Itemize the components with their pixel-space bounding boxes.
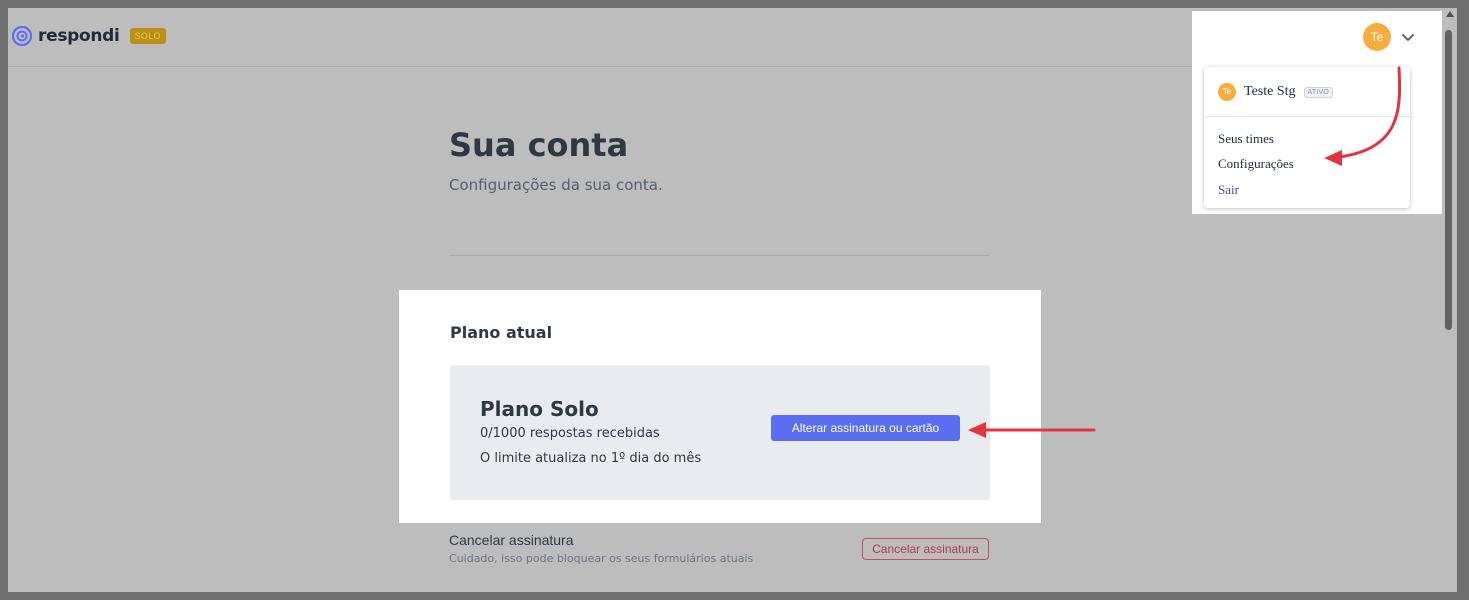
plan-name: Plano Solo bbox=[480, 397, 599, 421]
user-avatar[interactable]: Te bbox=[1363, 23, 1391, 51]
brand-name: respondi bbox=[38, 26, 120, 46]
vertical-scrollbar[interactable] bbox=[1442, 8, 1457, 592]
menu-item-sair[interactable]: Sair bbox=[1218, 182, 1239, 198]
user-menu-area: Te Te Teste Stg ATIVO Seus times Configu… bbox=[1192, 11, 1452, 214]
cancel-subscription-title: Cancelar assinatura bbox=[449, 532, 574, 548]
user-dropdown-menu: Te Teste Stg ATIVO Seus times Configuraç… bbox=[1204, 67, 1410, 208]
menu-item-configuracoes[interactable]: Configurações bbox=[1218, 156, 1294, 172]
user-name: Teste Stg bbox=[1244, 84, 1296, 99]
page-subtitle: Configurações da sua conta. bbox=[449, 176, 663, 194]
plan-card: Plano Solo 0/1000 respostas recebidas O … bbox=[450, 365, 990, 500]
plan-usage: 0/1000 respostas recebidas bbox=[480, 426, 660, 441]
app-frame: respondi SOLO Sua conta Configurações da… bbox=[8, 8, 1457, 592]
scroll-up-arrow-icon[interactable] bbox=[1446, 11, 1454, 17]
dropdown-avatar: Te bbox=[1218, 83, 1236, 101]
scroll-thumb[interactable] bbox=[1445, 30, 1452, 330]
chevron-down-icon[interactable] bbox=[1400, 29, 1416, 45]
cancel-subscription-button[interactable]: Cancelar assinatura bbox=[862, 538, 989, 560]
brand-logo[interactable]: respondi SOLO bbox=[12, 26, 166, 46]
current-plan-heading: Plano atual bbox=[450, 323, 553, 342]
plan-limit-note: O limite atualiza no 1º dia do mês bbox=[480, 451, 702, 466]
status-badge: ATIVO bbox=[1303, 86, 1333, 98]
section-divider bbox=[449, 255, 989, 256]
page-header: Sua conta Configurações da sua conta. bbox=[449, 126, 663, 194]
menu-item-seus-times[interactable]: Seus times bbox=[1218, 131, 1274, 147]
page-title: Sua conta bbox=[449, 126, 629, 164]
spiral-logo-icon bbox=[12, 26, 32, 46]
change-subscription-button[interactable]: Alterar assinatura ou cartão bbox=[771, 415, 960, 441]
dropdown-user-row: Te Teste Stg ATIVO bbox=[1218, 83, 1333, 101]
cancel-subscription-description: Cuidado, isso pode bloquear os seus form… bbox=[449, 552, 754, 565]
plan-badge: SOLO bbox=[129, 28, 166, 44]
dropdown-divider bbox=[1204, 116, 1410, 117]
current-plan-section: Plano atual Plano Solo 0/1000 respostas … bbox=[399, 290, 1041, 523]
